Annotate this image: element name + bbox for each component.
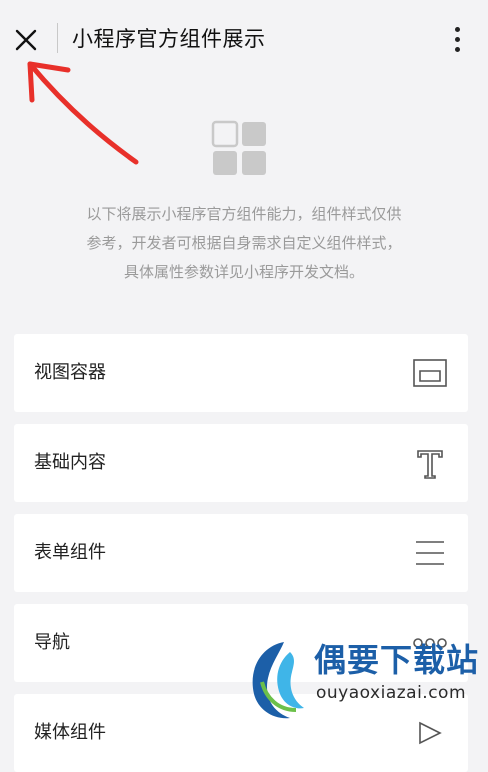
watermark-title: 偶要下载站 xyxy=(314,641,480,679)
section-label: 媒体组件 xyxy=(34,722,106,743)
grid-squares-icon xyxy=(211,120,266,175)
intro-line: 具体属性参数详见小程序开发文档。 xyxy=(123,263,364,281)
watermark-url: ouyaoxiazai.com xyxy=(316,683,467,703)
section-label: 基础内容 xyxy=(34,452,106,473)
section-label: 导航 xyxy=(34,632,70,653)
header-divider xyxy=(57,23,58,53)
form-lines-icon xyxy=(416,541,444,565)
section-label: 表单组件 xyxy=(34,542,106,563)
view-container-icon xyxy=(413,359,447,387)
section-label: 视图容器 xyxy=(34,362,106,383)
text-t-icon xyxy=(417,450,443,479)
intro-line: 以下将展示小程序官方组件能力，组件样式仅供 xyxy=(86,205,402,223)
more-vertical-icon xyxy=(454,26,460,32)
section-form-components[interactable]: 表单组件 xyxy=(14,514,468,592)
intro-line: 参考，开发者可根据自身需求自定义组件样式， xyxy=(86,234,402,252)
section-basic-content[interactable]: 基础内容 xyxy=(14,424,468,502)
watermark-logo-icon xyxy=(252,642,304,719)
intro-text: 以下将展示小程序官方组件能力，组件样式仅供 参考，开发者可根据自身需求自定义组件… xyxy=(40,200,448,287)
site-watermark: 偶要下载站 ouyaoxiazai.com xyxy=(240,636,488,724)
section-view-container[interactable]: 视图容器 xyxy=(14,334,468,412)
annotation-arrow-icon xyxy=(27,61,139,165)
more-button[interactable] xyxy=(444,22,470,56)
